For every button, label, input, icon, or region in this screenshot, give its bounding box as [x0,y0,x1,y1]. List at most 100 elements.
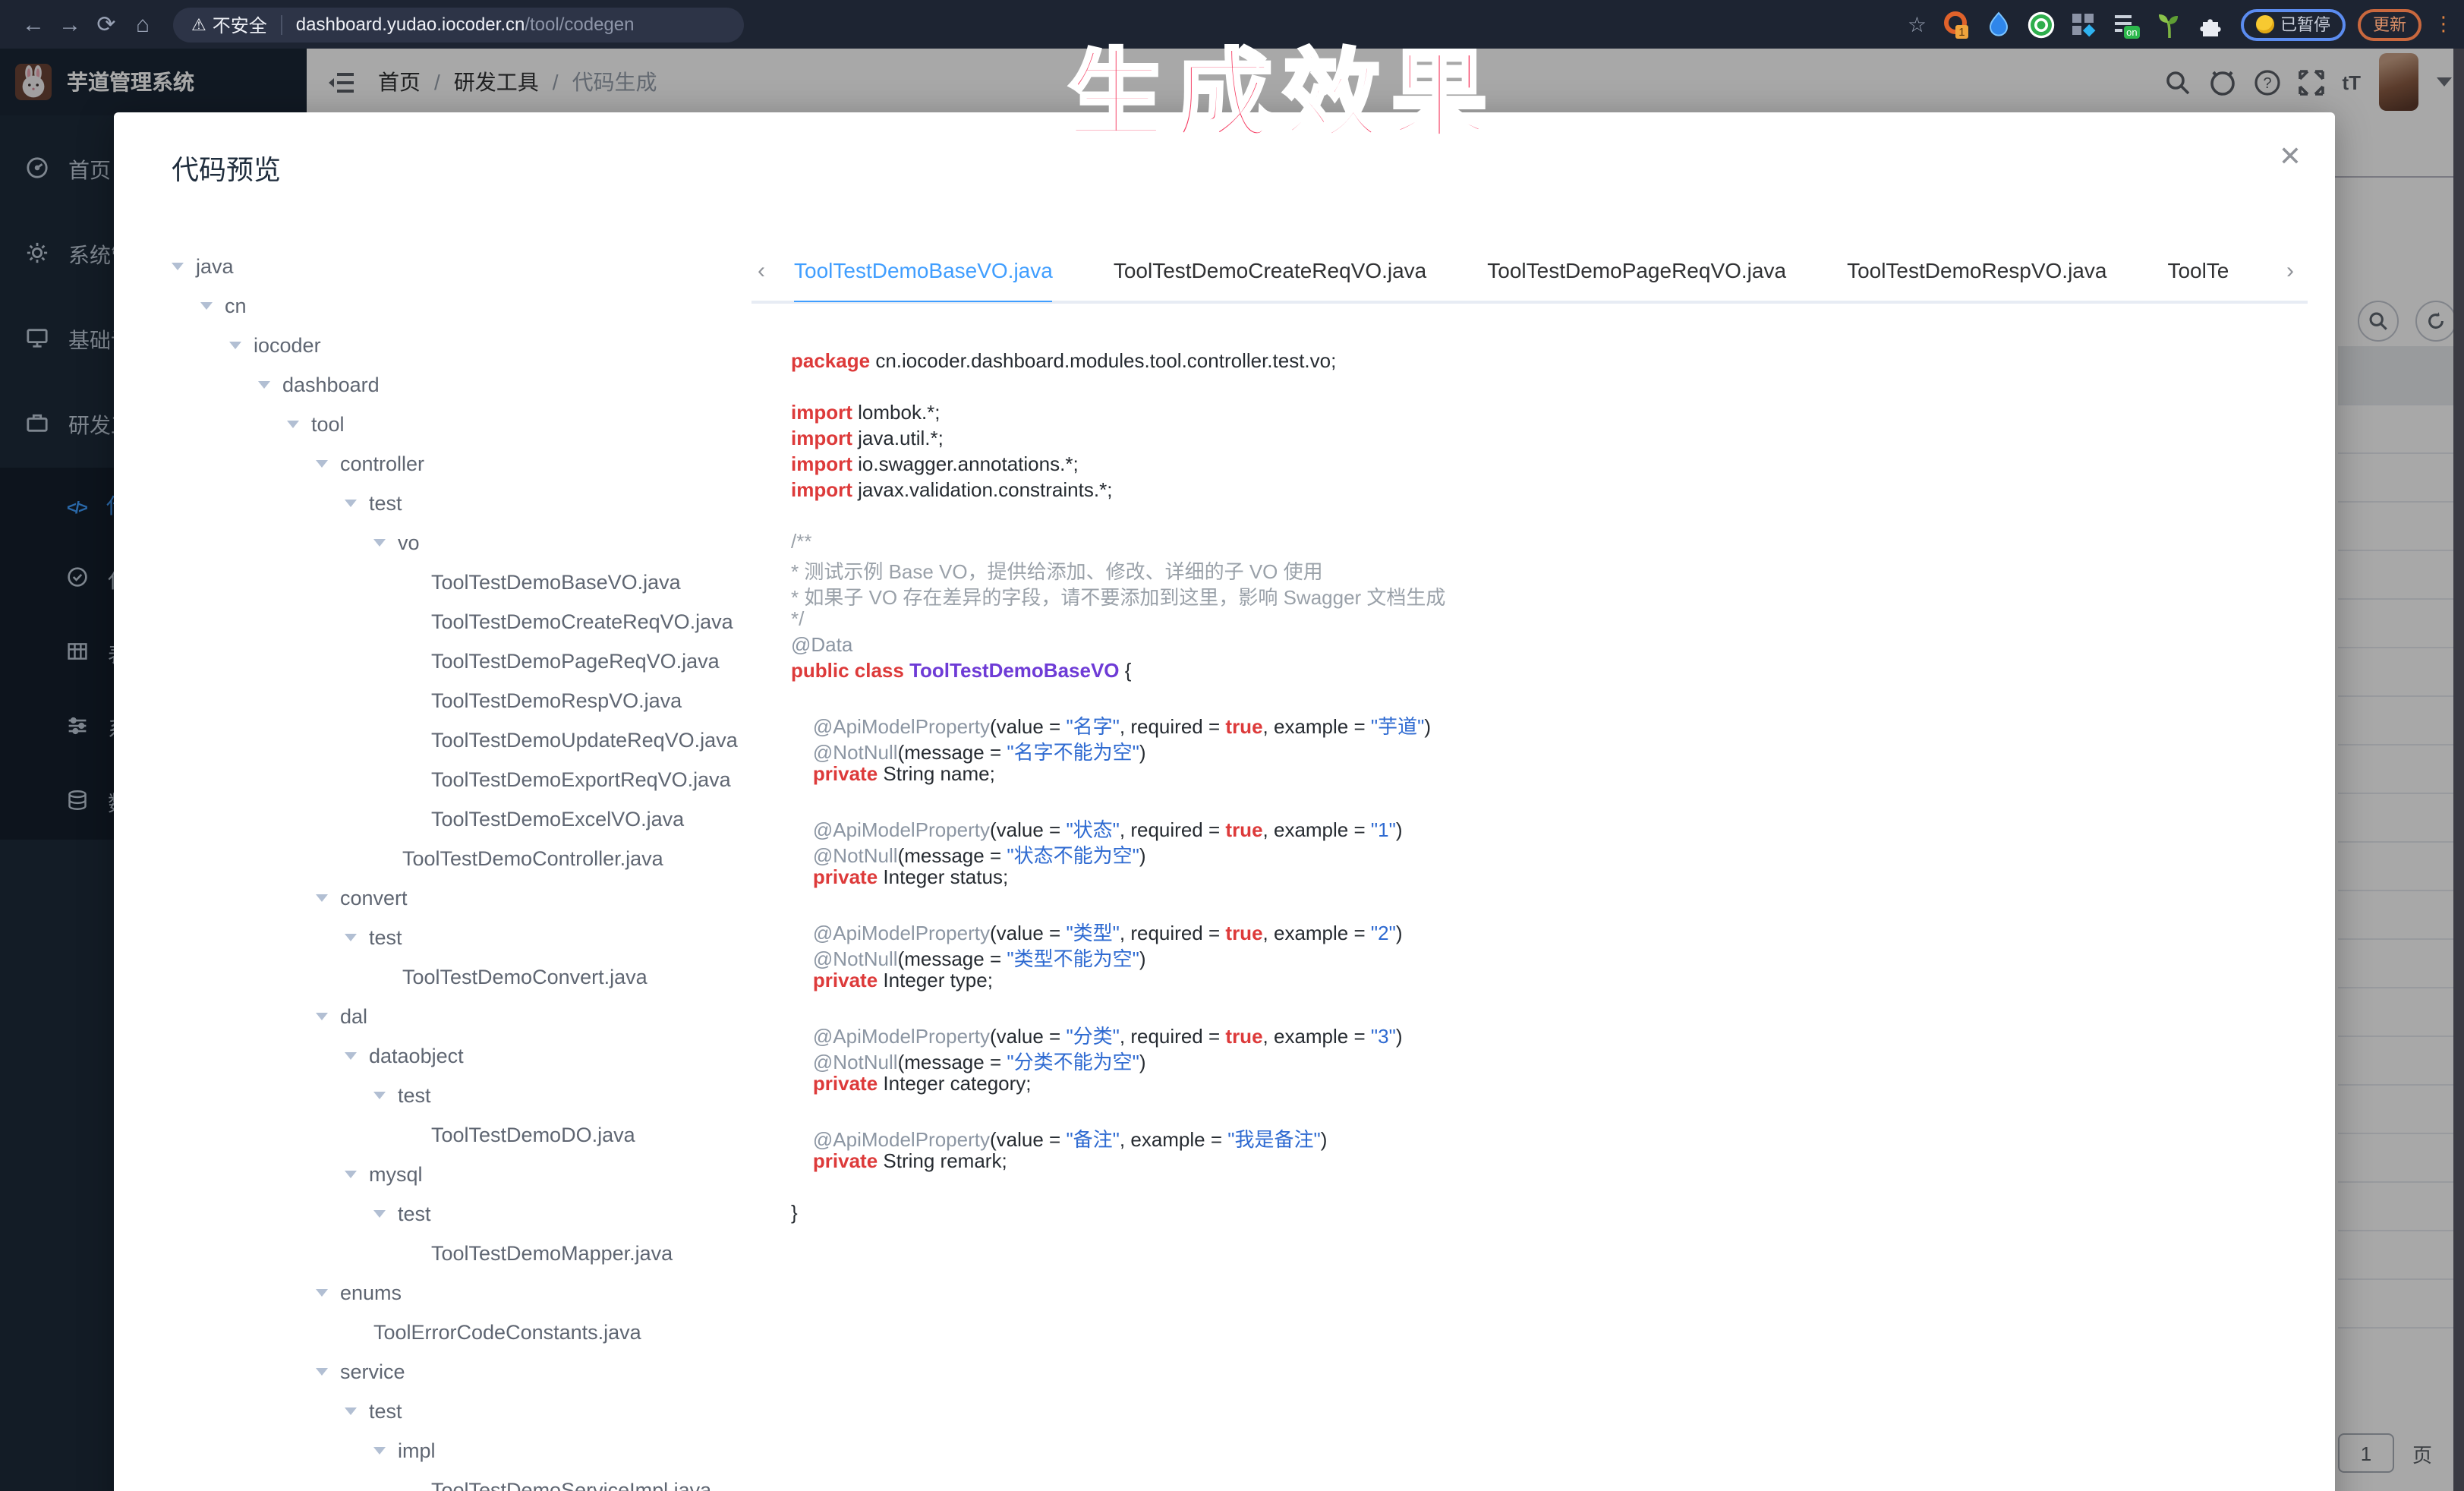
tree-node[interactable]: dataobject [153,1036,751,1075]
orange-circle-extension-icon[interactable]: 1 [1942,10,1971,39]
tree-node[interactable]: ToolTestDemoPageReqVO.java [153,641,751,680]
browser-reload-icon[interactable]: ⟳ [88,11,124,38]
tree-expand-icon[interactable] [200,301,213,309]
tree-expand-icon[interactable] [345,1170,357,1177]
plant-extension-icon[interactable] [2154,10,2183,39]
tree-node[interactable]: java [153,246,751,285]
tree-node[interactable]: ToolTestDemoExcelVO.java [153,799,751,838]
tree-node[interactable]: controller [153,443,751,483]
tree-expand-icon[interactable] [345,1407,357,1414]
browser-forward-icon[interactable]: → [52,11,88,37]
tree-node[interactable]: convert [153,878,751,917]
tree-folder-label: test [398,1202,431,1225]
file-tree: java cniocoderdashboardtoolcontroller test… [153,246,751,1491]
close-icon[interactable]: ✕ [2279,143,2302,170]
security-label[interactable]: 不安全 [213,11,267,37]
tree-expand-icon[interactable] [345,933,357,941]
green-circle-extension-icon[interactable] [2027,10,2056,39]
tree-expand-icon[interactable] [373,1209,386,1217]
tab-0[interactable]: ToolTestDemoBaseVO.java [794,238,1053,302]
tree-expand-icon[interactable] [316,1288,328,1296]
tree-node[interactable]: impl [153,1430,751,1470]
grid-extension-icon[interactable] [2069,10,2098,39]
tree-expand-icon[interactable] [316,459,328,467]
browser-back-icon[interactable]: ← [15,11,52,37]
tree-folder-label: test [369,1399,402,1422]
tree-folder-label: test [369,491,402,514]
code-line: @ApiModelProperty(value = "分类", required… [791,1020,2308,1046]
tree-folder-label: dataobject [369,1044,464,1067]
tab-2[interactable]: ToolTestDemoPageReqVO.java [1487,238,1786,302]
tree-node[interactable]: ToolTestDemoDO.java [153,1114,751,1154]
tree-node[interactable]: ToolTestDemoExportReqVO.java [153,759,751,799]
code-line: @NotNull(message = "状态不能为空") [791,840,2308,865]
tree-node[interactable]: cn [153,285,751,325]
chrome-update-button[interactable]: 更新 [2358,8,2421,40]
tree-node[interactable]: dal [153,996,751,1036]
dialog-title: 代码预览 [172,149,281,188]
file-tabs: ToolTestDemoBaseVO.java ToolTestDemoCreat… [794,238,2308,302]
tree-node[interactable]: ToolErrorCodeConstants.java [153,1312,751,1351]
tree-node[interactable]: ToolTestDemoController.java [153,838,751,878]
tree-expand-icon[interactable] [345,499,357,506]
tree-node[interactable]: enums [153,1272,751,1312]
tabs-next-icon[interactable]: › [2286,240,2308,304]
tree-node[interactable]: test [153,483,751,522]
tree-expand-icon[interactable] [345,1051,357,1059]
bookmark-star-icon[interactable]: ☆ [1908,11,1927,37]
tree-node[interactable]: test [153,917,751,957]
tree-expand-icon[interactable] [229,341,241,348]
paused-extension-pill[interactable]: 已暂停 [2241,8,2346,40]
tree-node[interactable]: ToolTestDemoRespVO.java [153,680,751,720]
tree-file-label: ToolTestDemoUpdateReqVO.java [431,728,738,751]
tree-expand-icon[interactable] [258,380,270,388]
browser-home-icon[interactable]: ⌂ [124,11,161,37]
tree-expand-icon[interactable] [287,420,299,427]
code-line: private Integer category; [791,1072,2308,1098]
blue-drop-extension-icon[interactable] [1984,10,2013,39]
tree-expand-icon[interactable] [316,1367,328,1375]
tree-expand-icon[interactable] [373,538,386,546]
tree-node[interactable]: ToolTestDemoMapper.java [153,1233,751,1272]
url-path: /tool/codegen [525,14,634,35]
browser-menu-icon[interactable]: ⋮ [2434,12,2449,36]
tree-node[interactable]: service [153,1351,751,1391]
tree-node[interactable]: iocoder [153,325,751,364]
code-line: /** [791,530,2308,556]
paused-label: 已暂停 [2280,12,2330,36]
list-extension-icon[interactable]: on [2112,10,2141,39]
tree-file-label: ToolTestDemoExcelVO.java [431,807,684,830]
tree-node[interactable]: ToolTestDemoUpdateReqVO.java [153,720,751,759]
puzzle-extensions-icon[interactable] [2197,10,2226,39]
tab-3[interactable]: ToolTestDemoRespVO.java [1847,238,2106,302]
tab-1[interactable]: ToolTestDemoCreateReqVO.java [1114,238,1426,302]
tree-node[interactable]: test [153,1193,751,1233]
tree-node[interactable]: dashboard [153,364,751,404]
tree-node[interactable]: ToolTestDemoConvert.java [153,957,751,996]
tree-node[interactable]: vo [153,522,751,562]
tree-expand-icon[interactable] [172,262,184,270]
tree-file-label: ToolTestDemoServiceImpl.java [431,1478,711,1491]
tree-expand-icon[interactable] [373,1091,386,1099]
code-line [791,788,2308,814]
code-panel: ‹ ToolTestDemoBaseVO.java ToolTestDemoCre… [751,240,2308,1491]
address-bar[interactable]: ⚠ 不安全 dashboard.yudao.iocoder.cn /tool/c… [173,7,744,42]
window-edge-scrollbar [2453,49,2464,1491]
tree-node[interactable]: ToolTestDemoCreateReqVO.java [153,601,751,641]
code-line [791,375,2308,401]
tree-node[interactable]: test [153,1075,751,1114]
tree-expand-icon[interactable] [373,1446,386,1454]
screen: ← → ⟳ ⌂ ⚠ 不安全 dashboard.yudao.iocoder.cn… [0,0,2464,1491]
tab-4[interactable]: ToolTe [2167,238,2229,302]
tree-expand-icon[interactable] [316,1012,328,1020]
tree-expand-icon[interactable] [316,894,328,901]
tree-folder-label: impl [398,1439,436,1461]
tree-node[interactable]: tool [153,404,751,443]
code-line: */ [791,607,2308,633]
tabs-prev-icon[interactable]: ‹ [758,257,779,283]
tree-folder-label: java [196,254,234,277]
tree-node[interactable]: ToolTestDemoServiceImpl.java [153,1470,751,1491]
tree-node[interactable]: mysql [153,1154,751,1193]
tree-node[interactable]: ToolTestDemoBaseVO.java [153,562,751,601]
tree-node[interactable]: test [153,1391,751,1430]
